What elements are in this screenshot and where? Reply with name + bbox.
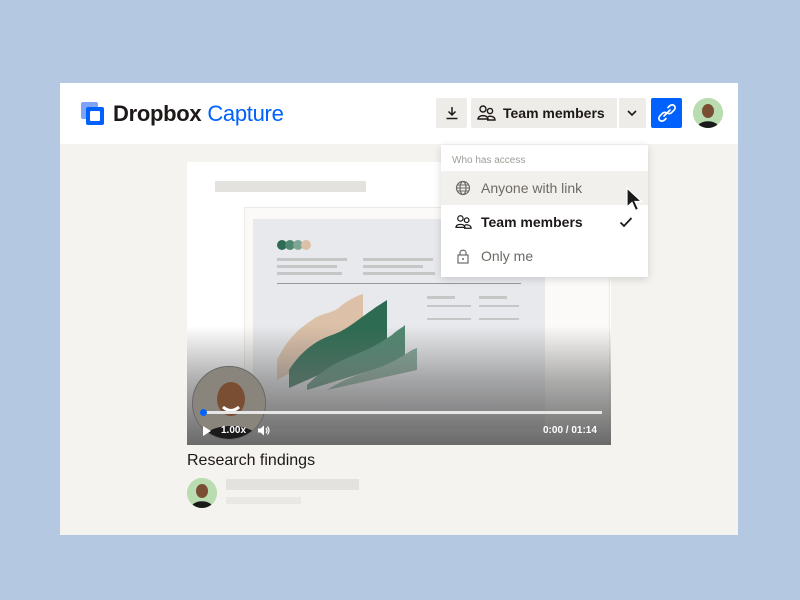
dropbox-logo-icon [81,102,105,126]
access-dropdown: Who has access Anyone with link Team mem… [441,145,648,277]
logo-text: Dropbox [113,101,202,126]
download-icon [446,107,457,120]
video-title: Research findings [187,452,316,469]
avatar-image [693,98,723,128]
dropdown-heading: Who has access [452,155,526,166]
lock-icon [457,249,469,264]
video-time: 0:00 / 01:14 [543,425,597,436]
access-option-label: Team members [481,214,583,230]
video-progress-bar[interactable] [201,411,602,414]
access-option-only-me[interactable]: Only me [441,239,648,273]
chevron-down-icon[interactable] [625,106,639,120]
capture-window: Dropbox Capture Team members 1.00x 0:00 … [60,83,738,535]
share-access-button[interactable]: Team members [471,98,646,128]
mouse-cursor-icon [626,187,644,212]
play-icon[interactable] [202,426,211,436]
access-option-anyone[interactable]: Anyone with link [441,171,648,205]
progress-handle[interactable] [200,409,207,416]
playback-speed[interactable]: 1.00x [221,425,246,436]
copy-link-button[interactable] [651,98,682,128]
people-icon [477,105,496,121]
author-name-placeholder [226,479,359,490]
dropbox-capture-logo: Dropbox Capture [81,101,284,127]
split-divider [617,98,619,128]
link-icon [657,104,676,122]
people-icon [455,215,472,229]
download-button[interactable] [436,98,467,128]
top-bar: Dropbox Capture Team members [60,83,738,144]
access-option-team[interactable]: Team members [441,205,648,239]
user-avatar[interactable] [693,98,723,128]
logo-subtext: Capture [207,101,284,126]
access-option-label: Only me [481,248,534,264]
globe-icon [455,180,471,196]
color-swatch-dots [277,240,311,250]
date-placeholder [226,497,301,504]
placeholder-bar [215,181,366,192]
share-access-label: Team members [503,105,605,121]
volume-icon[interactable] [258,425,270,436]
author-avatar [187,478,217,508]
checkmark-icon [619,217,633,228]
access-option-label: Anyone with link [481,180,583,196]
